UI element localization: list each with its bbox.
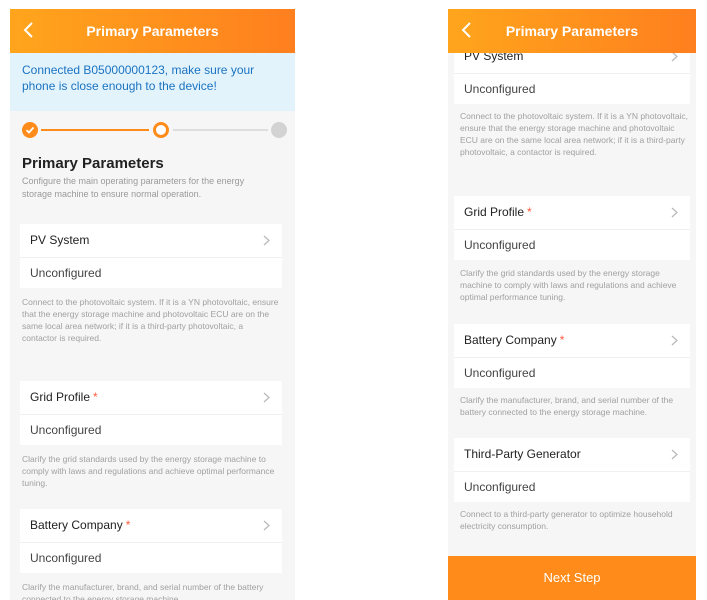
step-1-completed [22, 122, 38, 138]
battery-company-value: Unconfigured [464, 366, 536, 380]
battery-company-card: Battery Company * Unconfigured [20, 509, 282, 573]
grid-profile-row[interactable]: Grid Profile * [20, 381, 282, 415]
phone-screen-right: Primary Parameters PV System Unconfigure… [448, 9, 696, 600]
header-title: Primary Parameters [505, 23, 639, 39]
chevron-right-icon [263, 392, 270, 403]
step-2-current [153, 122, 169, 138]
battery-company-label: Battery Company * [464, 333, 565, 347]
third-party-generator-label: Third-Party Generator [464, 447, 581, 461]
pv-system-help: Connect to the photovoltaic system. If i… [460, 111, 689, 157]
required-marker: * [125, 518, 131, 532]
grid-profile-help: Clarify the grid standards used by the e… [460, 268, 677, 302]
pv-system-label: PV System [30, 233, 90, 247]
third-party-generator-help: Connect to a third-party generator to op… [460, 509, 673, 531]
step-3-pending [271, 122, 287, 138]
grid-profile-label: Grid Profile * [30, 390, 98, 404]
app-header: Primary Parameters [448, 9, 696, 53]
app-header: Primary Parameters [10, 9, 295, 53]
section-title: Primary Parameters [22, 155, 164, 172]
grid-profile-value: Unconfigured [464, 238, 536, 252]
chevron-right-icon [263, 520, 270, 531]
third-party-generator-row[interactable]: Third-Party Generator [454, 438, 690, 472]
required-marker: * [93, 390, 98, 404]
step-line-pending [173, 129, 268, 131]
battery-company-row[interactable]: Battery Company * [20, 509, 282, 543]
pv-system-value: Unconfigured [30, 266, 102, 280]
pv-system-card: PV System Unconfigured [20, 224, 282, 288]
check-icon [25, 126, 35, 134]
third-party-generator-value: Unconfigured [464, 480, 536, 494]
required-marker: * [559, 333, 565, 347]
pv-system-help: Connect to the photovoltaic system. If i… [22, 297, 279, 343]
header-title: Primary Parameters [86, 23, 219, 39]
battery-company-row[interactable]: Battery Company * [454, 324, 690, 358]
grid-profile-label: Grid Profile * [464, 205, 532, 219]
connection-banner: Connected B05000000123, make sure your p… [10, 53, 295, 111]
grid-profile-card: Grid Profile * Unconfigured [20, 381, 282, 445]
third-party-generator-card: Third-Party Generator Unconfigured [454, 438, 690, 502]
section-description: Configure the main operating parameters … [22, 176, 245, 199]
grid-profile-value: Unconfigured [30, 423, 102, 437]
required-marker: * [527, 205, 532, 219]
battery-company-help: Clarify the manufacturer, brand, and ser… [22, 582, 264, 600]
next-step-button[interactable]: Next Step [448, 556, 696, 600]
phone-screen-left: Primary Parameters Connected B0500000012… [10, 9, 295, 600]
chevron-right-icon [671, 335, 678, 346]
battery-company-help: Clarify the manufacturer, brand, and ser… [460, 395, 674, 417]
step-line-completed [41, 129, 149, 131]
progress-stepper [10, 119, 295, 141]
grid-profile-card: Grid Profile * Unconfigured [454, 196, 690, 260]
grid-profile-row[interactable]: Grid Profile * [454, 196, 690, 230]
pv-system-value: Unconfigured [464, 82, 536, 96]
pv-system-row[interactable]: PV System [20, 224, 282, 258]
battery-company-card: Battery Company * Unconfigured [454, 324, 690, 388]
battery-company-label: Battery Company * [30, 518, 131, 532]
battery-company-value: Unconfigured [30, 551, 102, 565]
grid-profile-help: Clarify the grid standards used by the e… [22, 454, 275, 488]
chevron-right-icon [671, 449, 678, 460]
chevron-right-icon [263, 235, 270, 246]
chevron-right-icon [671, 207, 678, 218]
